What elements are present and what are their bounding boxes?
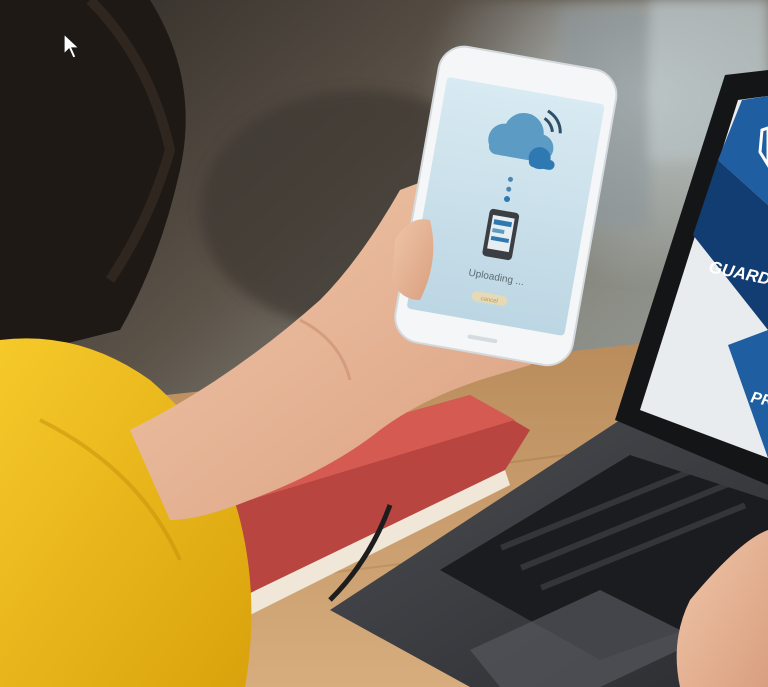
photo-scene: GUARD PR Uploading ... cancel	[0, 0, 768, 687]
photo-frame: GUARD PR Uploading ... cancel	[0, 0, 768, 687]
